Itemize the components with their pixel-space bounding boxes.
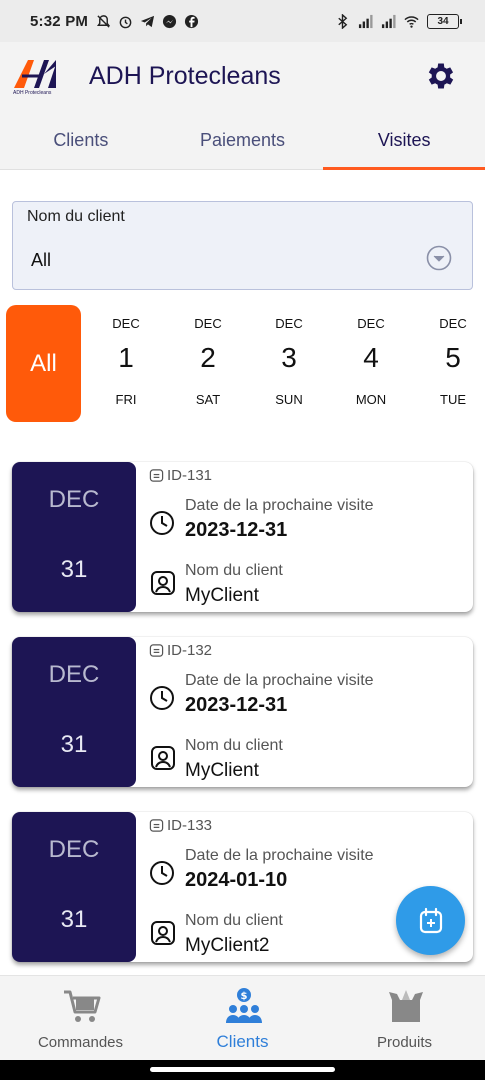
app-title: ADH Protecleans xyxy=(89,62,281,90)
visit-date-badge: DEC 31 xyxy=(12,637,136,787)
date-chip-1[interactable]: DEC 1 FRI xyxy=(96,316,156,407)
date-chip-month: DEC xyxy=(275,316,303,331)
status-bar: 5:32 PM 34 xyxy=(0,0,485,42)
clients-icon: $ xyxy=(226,988,262,1023)
date-chip-day: 2 xyxy=(200,342,216,373)
bottom-navigation: Commandes $ Clients Produits xyxy=(0,975,485,1060)
add-calendar-icon xyxy=(419,907,442,933)
id-tag-icon xyxy=(149,469,164,482)
id-tag-icon xyxy=(149,819,164,832)
all-dates-button[interactable]: All xyxy=(6,305,81,422)
client-name-value: MyClient2 xyxy=(185,935,270,956)
client-filter-label: Nom du client xyxy=(27,208,125,225)
clock-icon xyxy=(150,511,174,535)
home-indicator[interactable] xyxy=(150,1067,335,1072)
date-chip-day: 4 xyxy=(363,342,379,373)
date-chip-weekday: MON xyxy=(355,392,387,407)
alarm-icon xyxy=(119,16,132,28)
client-name-value: MyClient xyxy=(185,760,259,781)
date-chip-weekday: SAT xyxy=(195,392,221,407)
visit-card[interactable]: DEC 31 ID-132 Date de la prochaine visit… xyxy=(12,637,473,787)
system-home-bar xyxy=(0,1060,485,1080)
nav-label: Commandes xyxy=(37,1034,124,1051)
date-chip-month: DEC xyxy=(357,316,385,331)
add-visit-button[interactable] xyxy=(396,886,465,955)
next-visit-date: 2023-12-31 xyxy=(185,694,288,716)
date-chip-month: DEC xyxy=(439,316,467,331)
next-visit-label: Date de la prochaine visite xyxy=(185,672,374,689)
visit-date-badge: DEC 31 xyxy=(12,812,136,962)
visit-day: 31 xyxy=(60,906,88,933)
client-person-icon xyxy=(151,746,175,770)
telegram-icon xyxy=(141,15,155,27)
chevron-down-icon[interactable] xyxy=(426,245,452,271)
date-chip-day: 3 xyxy=(281,342,297,373)
client-person-icon xyxy=(151,571,175,595)
visit-date-badge: DEC 31 xyxy=(12,462,136,612)
date-chip-day: 5 xyxy=(445,342,461,373)
date-chip-month: DEC xyxy=(112,316,140,331)
client-person-icon xyxy=(151,921,175,945)
bluetooth-icon xyxy=(338,13,348,29)
clock-icon xyxy=(150,861,174,885)
nav-commandes[interactable]: Commandes xyxy=(0,976,161,1061)
date-chip-weekday: TUE xyxy=(440,392,466,407)
signal-icon xyxy=(358,14,373,28)
id-tag-icon xyxy=(149,644,164,657)
visit-day: 31 xyxy=(60,556,88,583)
client-name-label: Nom du client xyxy=(185,912,283,929)
date-chip-5[interactable]: DEC 5 TUE xyxy=(423,316,483,407)
messenger-icon xyxy=(163,14,177,28)
visit-month: DEC xyxy=(48,836,100,863)
top-tabs: Clients Paiements Visites xyxy=(0,112,485,170)
tab-clients[interactable]: Clients xyxy=(0,112,162,169)
nav-clients[interactable]: $ Clients xyxy=(162,976,323,1061)
app-root: 5:32 PM 34 ADH Protecleans ADH Proteclea… xyxy=(0,0,485,1080)
client-filter-dropdown[interactable]: Nom du client All xyxy=(12,201,473,290)
date-chip-weekday: FRI xyxy=(115,392,137,407)
next-visit-label: Date de la prochaine visite xyxy=(185,497,374,514)
nav-label: Produits xyxy=(376,1034,433,1051)
clock-icon xyxy=(150,686,174,710)
cart-icon xyxy=(64,990,101,1022)
client-name-value: MyClient xyxy=(185,585,259,606)
client-filter-value: All xyxy=(31,250,52,270)
nav-label: Clients xyxy=(216,1032,269,1051)
next-visit-date: 2024-01-10 xyxy=(185,869,288,891)
date-chip-3[interactable]: DEC 3 SUN xyxy=(259,316,319,407)
next-visit-label: Date de la prochaine visite xyxy=(185,847,374,864)
visit-card[interactable]: DEC 31 ID-131 Date de la prochaine visit… xyxy=(12,462,473,612)
battery-indicator: 34 xyxy=(427,13,462,29)
logo-caption: ADH Protecleans xyxy=(13,90,52,96)
tab-visites[interactable]: Visites xyxy=(323,112,485,170)
svg-text:$: $ xyxy=(241,991,248,1002)
visit-day: 31 xyxy=(60,731,88,758)
signal-icon-2 xyxy=(381,14,396,28)
date-chip-4[interactable]: DEC 4 MON xyxy=(341,316,401,407)
date-chip-month: DEC xyxy=(194,316,222,331)
date-chip-2[interactable]: DEC 2 SAT xyxy=(178,316,238,407)
visit-month: DEC xyxy=(48,661,100,688)
app-bar: ADH Protecleans ADH Protecleans xyxy=(0,42,485,112)
settings-gear-icon[interactable] xyxy=(424,59,458,93)
visit-month: DEC xyxy=(48,486,100,513)
client-name-label: Nom du client xyxy=(185,737,283,754)
visit-id: ID-131 xyxy=(167,467,213,484)
nav-produits[interactable]: Produits xyxy=(324,976,485,1061)
visit-id: ID-132 xyxy=(167,642,213,659)
mute-bell-icon xyxy=(97,14,111,28)
date-chip-weekday: SUN xyxy=(275,392,303,407)
next-visit-date: 2023-12-31 xyxy=(185,519,288,541)
visit-id: ID-133 xyxy=(167,817,213,834)
status-time: 5:32 PM xyxy=(30,12,89,30)
wifi-icon xyxy=(404,15,419,28)
box-icon xyxy=(389,990,423,1022)
facebook-icon xyxy=(185,14,199,28)
tab-paiements[interactable]: Paiements xyxy=(162,112,324,169)
client-name-label: Nom du client xyxy=(185,562,283,579)
date-chip-day: 1 xyxy=(118,342,134,373)
